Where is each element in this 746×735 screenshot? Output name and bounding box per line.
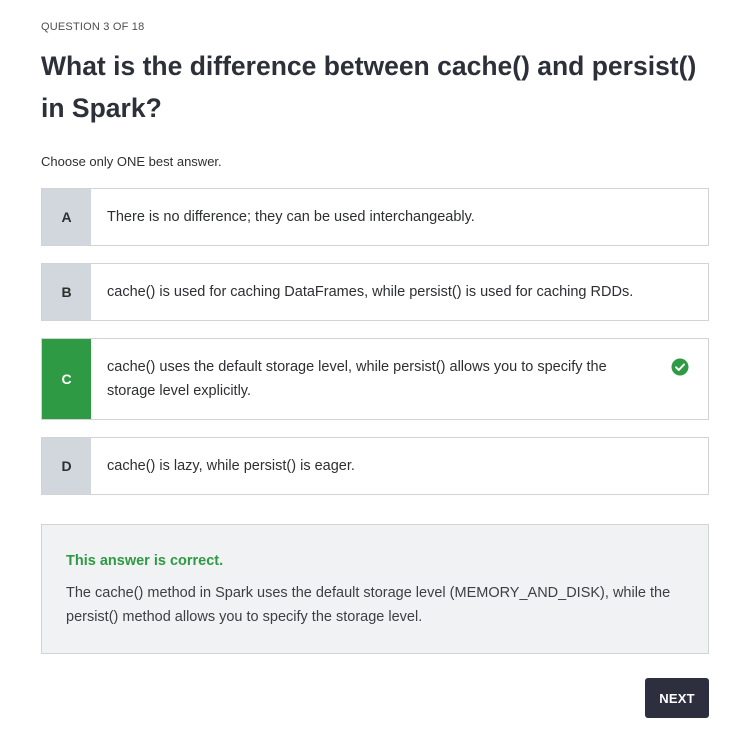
option-b[interactable]: B cache() is used for caching DataFrames… bbox=[41, 263, 709, 321]
option-letter: D bbox=[42, 438, 91, 494]
option-text: cache() uses the default storage level, … bbox=[107, 359, 607, 399]
option-letter: C bbox=[42, 339, 91, 419]
option-a[interactable]: A There is no difference; they can be us… bbox=[41, 188, 709, 246]
option-text: cache() is lazy, while persist() is eage… bbox=[107, 458, 355, 474]
option-text: There is no difference; they can be used… bbox=[107, 209, 475, 225]
feedback-panel: This answer is correct. The cache() meth… bbox=[41, 524, 709, 654]
question-counter: QUESTION 3 OF 18 bbox=[41, 21, 145, 33]
question-title: What is the difference between cache() a… bbox=[41, 51, 697, 123]
feedback-status: This answer is correct. bbox=[66, 553, 224, 569]
option-d[interactable]: D cache() is lazy, while persist() is ea… bbox=[41, 437, 709, 495]
answer-instruction: Choose only ONE best answer. bbox=[41, 154, 222, 169]
option-c[interactable]: C cache() uses the default storage level… bbox=[41, 338, 709, 420]
feedback-explanation: The cache() method in Spark uses the def… bbox=[66, 585, 671, 625]
option-letter: B bbox=[42, 264, 91, 320]
option-text: cache() is used for caching DataFrames, … bbox=[107, 284, 634, 300]
next-button[interactable]: NEXT bbox=[645, 678, 709, 718]
check-circle-icon bbox=[652, 339, 708, 419]
option-letter: A bbox=[42, 189, 91, 245]
answer-options: A There is no difference; they can be us… bbox=[41, 188, 709, 512]
